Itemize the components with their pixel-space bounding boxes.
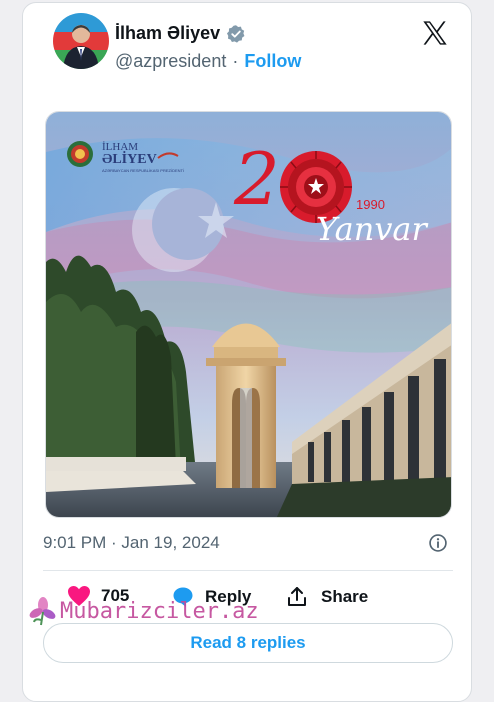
- tweet-image[interactable]: İLHAM ƏLİYEV AZƏRBAYCAN RESPUBLİKASI PRE…: [45, 111, 452, 518]
- logo-tagline: AZƏRBAYCAN RESPUBLİKASI PREZİDENTİ: [102, 168, 184, 173]
- watermark-text: Mubarizciler.az: [60, 598, 259, 624]
- share-button[interactable]: Share: [285, 585, 368, 609]
- separator-dot: ·: [232, 51, 239, 71]
- share-label: Share: [321, 587, 369, 606]
- watermark: Mubarizciler.az: [28, 596, 259, 626]
- author-name[interactable]: İlham Əliyev: [115, 23, 220, 44]
- read-replies-button[interactable]: Read 8 replies: [43, 623, 453, 663]
- monument: [206, 323, 286, 488]
- verified-badge-icon: [227, 24, 245, 43]
- divider: [43, 570, 453, 571]
- emblem-month: Yanvar: [316, 210, 428, 248]
- x-logo-icon[interactable]: [421, 19, 449, 47]
- share-upload-icon: [288, 587, 306, 606]
- avatar[interactable]: [53, 13, 109, 69]
- handle-row: @azpresident · Follow: [115, 51, 301, 72]
- info-icon[interactable]: [428, 533, 448, 553]
- tweet-timestamp[interactable]: 9:01 PM · Jan 19, 2024: [43, 533, 220, 553]
- logo-surname: ƏLİYEV: [102, 150, 157, 167]
- author-handle[interactable]: @azpresident: [115, 51, 226, 72]
- flower-icon: [29, 597, 56, 626]
- emblem-digit: 2: [233, 137, 280, 221]
- follow-button[interactable]: Follow: [244, 51, 301, 72]
- author-row: İlham Əliyev: [115, 23, 246, 44]
